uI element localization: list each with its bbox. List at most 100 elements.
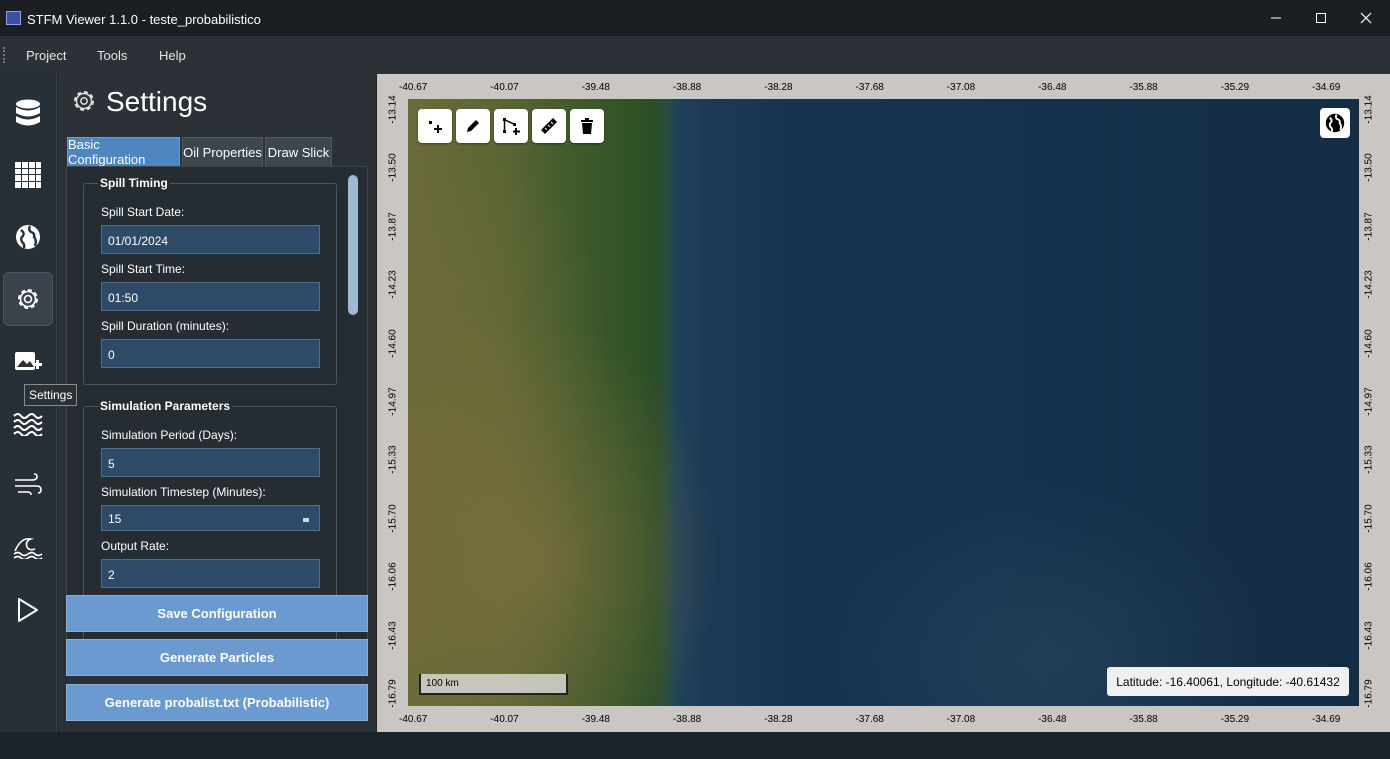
spill-duration-field[interactable]: 0: [101, 339, 320, 368]
axis-tick-label: -37.68: [855, 82, 884, 93]
axis-tick-label: -35.88: [1129, 714, 1158, 725]
axis-tick-label: -34.69: [1312, 714, 1341, 725]
page-title: Settings: [106, 86, 208, 117]
axis-tick-label: -35.88: [1129, 82, 1158, 93]
simulation-period-field[interactable]: 5: [101, 448, 320, 477]
axis-tick-label: -13.14: [387, 95, 399, 124]
axis-tick-label: -40.67: [399, 714, 428, 725]
simulation-timestep-label: Simulation Timestep (Minutes):: [101, 485, 266, 499]
rail-globe-button[interactable]: [3, 210, 53, 264]
axis-tick-label: -16.79: [387, 679, 399, 708]
measure-tool[interactable]: [532, 109, 566, 143]
axis-tick-label: -34.69: [1312, 82, 1341, 93]
rail-settings-button[interactable]: [3, 272, 53, 326]
axis-tick-label: -37.08: [946, 82, 976, 93]
save-configuration-button[interactable]: Save Configuration: [66, 595, 368, 632]
desktop-strip: [0, 732, 1390, 759]
axis-tick-label: -15.70: [387, 504, 399, 533]
maximize-icon: [1316, 13, 1326, 23]
axis-tick-label: -16.06: [1363, 562, 1375, 591]
group-title: Spill Timing: [98, 176, 170, 190]
axis-tick-label: -36.48: [1038, 714, 1067, 725]
spin-buttons-icon[interactable]: [303, 518, 309, 522]
tab-basic-configuration[interactable]: Basic Configuration: [67, 137, 180, 167]
axis-tick-label: -13.14: [1363, 95, 1375, 124]
sidebar-rail: Settings: [0, 74, 78, 732]
ruler-icon: [541, 118, 557, 134]
axis-tick-label: -38.28: [764, 82, 793, 93]
axis-tick-label: -38.88: [672, 82, 702, 93]
output-rate-field[interactable]: 2: [101, 559, 320, 588]
axis-tick-label: -39.48: [581, 82, 610, 93]
delete-tool[interactable]: [570, 109, 604, 143]
play-icon: [18, 598, 38, 622]
menu-project[interactable]: Project: [26, 48, 66, 63]
coordinate-readout: Latitude: -16.40061, Longitude: -40.6143…: [1107, 667, 1349, 696]
simulation-period-label: Simulation Period (Days):: [101, 428, 238, 442]
wind-icon: [15, 473, 42, 496]
draw-tool[interactable]: [456, 109, 490, 143]
grid-icon: [15, 162, 41, 188]
axis-tick-label: -14.23: [387, 270, 399, 299]
menu-tools[interactable]: Tools: [97, 48, 127, 63]
close-button[interactable]: [1343, 0, 1389, 36]
spill-start-time-field[interactable]: 01:50: [101, 282, 320, 311]
rail-grid-button[interactable]: [3, 148, 53, 202]
maximize-button[interactable]: [1298, 0, 1344, 36]
vertical-scrollbar[interactable]: [348, 175, 358, 315]
globe-icon: [1325, 113, 1345, 133]
app-window: STFM Viewer 1.1.0 - teste_probabilistico…: [0, 0, 1390, 759]
axis-tick-label: -13.87: [387, 212, 399, 241]
spill-duration-label: Spill Duration (minutes):: [101, 319, 230, 333]
axis-tick-label: -16.06: [387, 562, 399, 591]
add-point-tool[interactable]: [418, 109, 452, 143]
axis-tick-label: -40.07: [490, 714, 519, 725]
axis-tick-label: -16.43: [387, 620, 399, 650]
tab-draw-slick[interactable]: Draw Slick: [265, 137, 332, 166]
rail-add-image-button[interactable]: [3, 336, 53, 390]
gear-icon: [74, 91, 94, 111]
timestep-value: 15: [108, 512, 122, 526]
map-imagery: [408, 99, 1359, 706]
axis-tick-label: -35.29: [1220, 714, 1250, 725]
settings-scroll-area: Spill Timing Spill Start Date: 01/01/202…: [66, 166, 368, 661]
axis-tick-label: -14.23: [1363, 270, 1375, 299]
axis-tick-label: -35.29: [1220, 82, 1250, 93]
spill-start-date-field[interactable]: 01/01/2024: [101, 225, 320, 254]
rail-ocean-button[interactable]: [3, 520, 53, 574]
group-title: Simulation Parameters: [98, 399, 233, 413]
spill-start-date-label: Spill Start Date:: [101, 205, 185, 219]
axis-tick-label: -14.97: [387, 387, 399, 416]
window-title: STFM Viewer 1.1.0 - teste_probabilistico: [27, 12, 261, 27]
axis-tick-label: -39.48: [581, 714, 610, 725]
app-logo-icon: [6, 11, 21, 25]
close-icon: [1360, 12, 1372, 24]
minimize-icon: [1271, 17, 1281, 19]
add-image-icon: [15, 352, 42, 370]
map-view: 100 km Latitude: -16.40061, Longitude: -…: [377, 74, 1390, 732]
menu-help[interactable]: Help: [159, 48, 186, 63]
axis-tick-label: -38.88: [672, 714, 702, 725]
minimize-button[interactable]: [1253, 0, 1299, 36]
axis-tick-label: -14.97: [1363, 387, 1375, 416]
axis-tick-label: -16.43: [1363, 620, 1375, 650]
axis-tick-label: -14.60: [387, 328, 399, 358]
axis-tick-label: -13.50: [1363, 153, 1375, 183]
rail-run-button[interactable]: [3, 583, 53, 637]
output-rate-label: Output Rate:: [101, 539, 170, 553]
spill-timing-group: Spill Timing Spill Start Date: 01/01/202…: [83, 176, 337, 385]
generate-particles-button[interactable]: Generate Particles: [66, 639, 368, 676]
satellite-map[interactable]: 100 km Latitude: -16.40061, Longitude: -…: [408, 99, 1359, 706]
tab-oil-properties[interactable]: Oil Properties: [182, 137, 263, 166]
toolbar-grip[interactable]: [3, 47, 7, 63]
rail-wind-button[interactable]: [3, 458, 53, 512]
axis-tick-label: -13.87: [1363, 212, 1375, 241]
simulation-timestep-stepper[interactable]: 15: [101, 505, 320, 531]
rail-data-button[interactable]: [3, 86, 53, 140]
settings-panel: Settings Basic Configuration Oil Propert…: [58, 74, 376, 732]
basemap-button[interactable]: [1320, 108, 1350, 138]
axis-tick-label: -37.08: [946, 714, 976, 725]
polyline-tool[interactable]: [494, 109, 528, 143]
polyline-icon: [503, 118, 520, 135]
generate-probalist-button[interactable]: Generate probalist.txt (Probabilistic): [66, 684, 368, 721]
